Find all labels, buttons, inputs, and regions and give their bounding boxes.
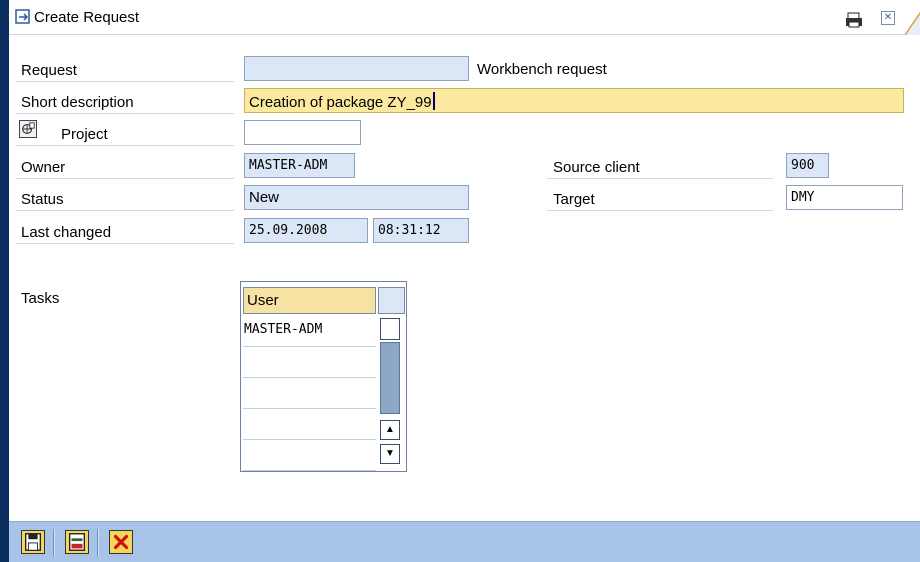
tasks-label: Tasks: [21, 290, 60, 307]
last-changed-time: 08:31:12: [373, 218, 469, 243]
tasks-scrollbar[interactable]: ▲ ▼: [378, 316, 402, 468]
short-description-field[interactable]: Creation of package ZY_99: [244, 88, 904, 113]
print-icon[interactable]: [845, 12, 863, 28]
source-client-label: Source client: [547, 154, 773, 179]
title-bar-corner: [905, 11, 920, 35]
owner-field: MASTER-ADM: [244, 153, 355, 178]
cancel-icon[interactable]: [109, 530, 133, 554]
toolbar-separator: [97, 529, 99, 557]
source-client-field: 900: [786, 153, 829, 178]
task-row[interactable]: MASTER-ADM: [243, 316, 376, 347]
text-caret: [432, 92, 435, 110]
last-changed-label: Last changed: [16, 219, 234, 244]
user-column-header[interactable]: User: [243, 287, 376, 314]
title-bar: Create Request ✕: [9, 0, 920, 35]
status-field: New: [244, 185, 469, 210]
local-request-icon[interactable]: [65, 530, 89, 554]
last-changed-date: 25.09.2008: [244, 218, 368, 243]
status-label: Status: [16, 186, 234, 211]
task-row[interactable]: [243, 347, 376, 378]
request-type-text: Workbench request: [477, 61, 607, 78]
task-row[interactable]: [243, 440, 376, 471]
task-row[interactable]: [243, 409, 376, 440]
task-row[interactable]: [243, 378, 376, 409]
window-title: Create Request: [34, 9, 140, 26]
target-label: Target: [547, 186, 773, 211]
scrollbar-track-top[interactable]: [380, 318, 400, 340]
toolbar-separator: [53, 529, 55, 557]
bottom-toolbar: [9, 521, 920, 562]
tasks-table: User MASTER-ADM ▲ ▼: [240, 281, 407, 472]
scroll-up-icon[interactable]: ▲: [380, 420, 400, 440]
save-icon[interactable]: [21, 530, 45, 554]
table-settings-corner[interactable]: [378, 287, 405, 314]
project-label: Project: [16, 121, 234, 146]
project-field[interactable]: [244, 120, 361, 145]
window-edge: [0, 0, 9, 562]
target-field[interactable]: DMY: [786, 185, 903, 210]
scroll-down-icon[interactable]: ▼: [380, 444, 400, 464]
project-icon[interactable]: [19, 120, 37, 138]
create-request-icon: [15, 9, 30, 24]
scrollbar-thumb[interactable]: [380, 342, 400, 414]
request-field[interactable]: [244, 56, 469, 81]
short-description-label: Short description: [16, 89, 234, 114]
close-icon[interactable]: ✕: [881, 11, 895, 25]
create-request-dialog: Create Request ✕ Request Workbench reque…: [0, 0, 920, 562]
short-description-value: Creation of package ZY_99: [249, 94, 432, 111]
request-label: Request: [16, 57, 234, 82]
owner-label: Owner: [16, 154, 234, 179]
